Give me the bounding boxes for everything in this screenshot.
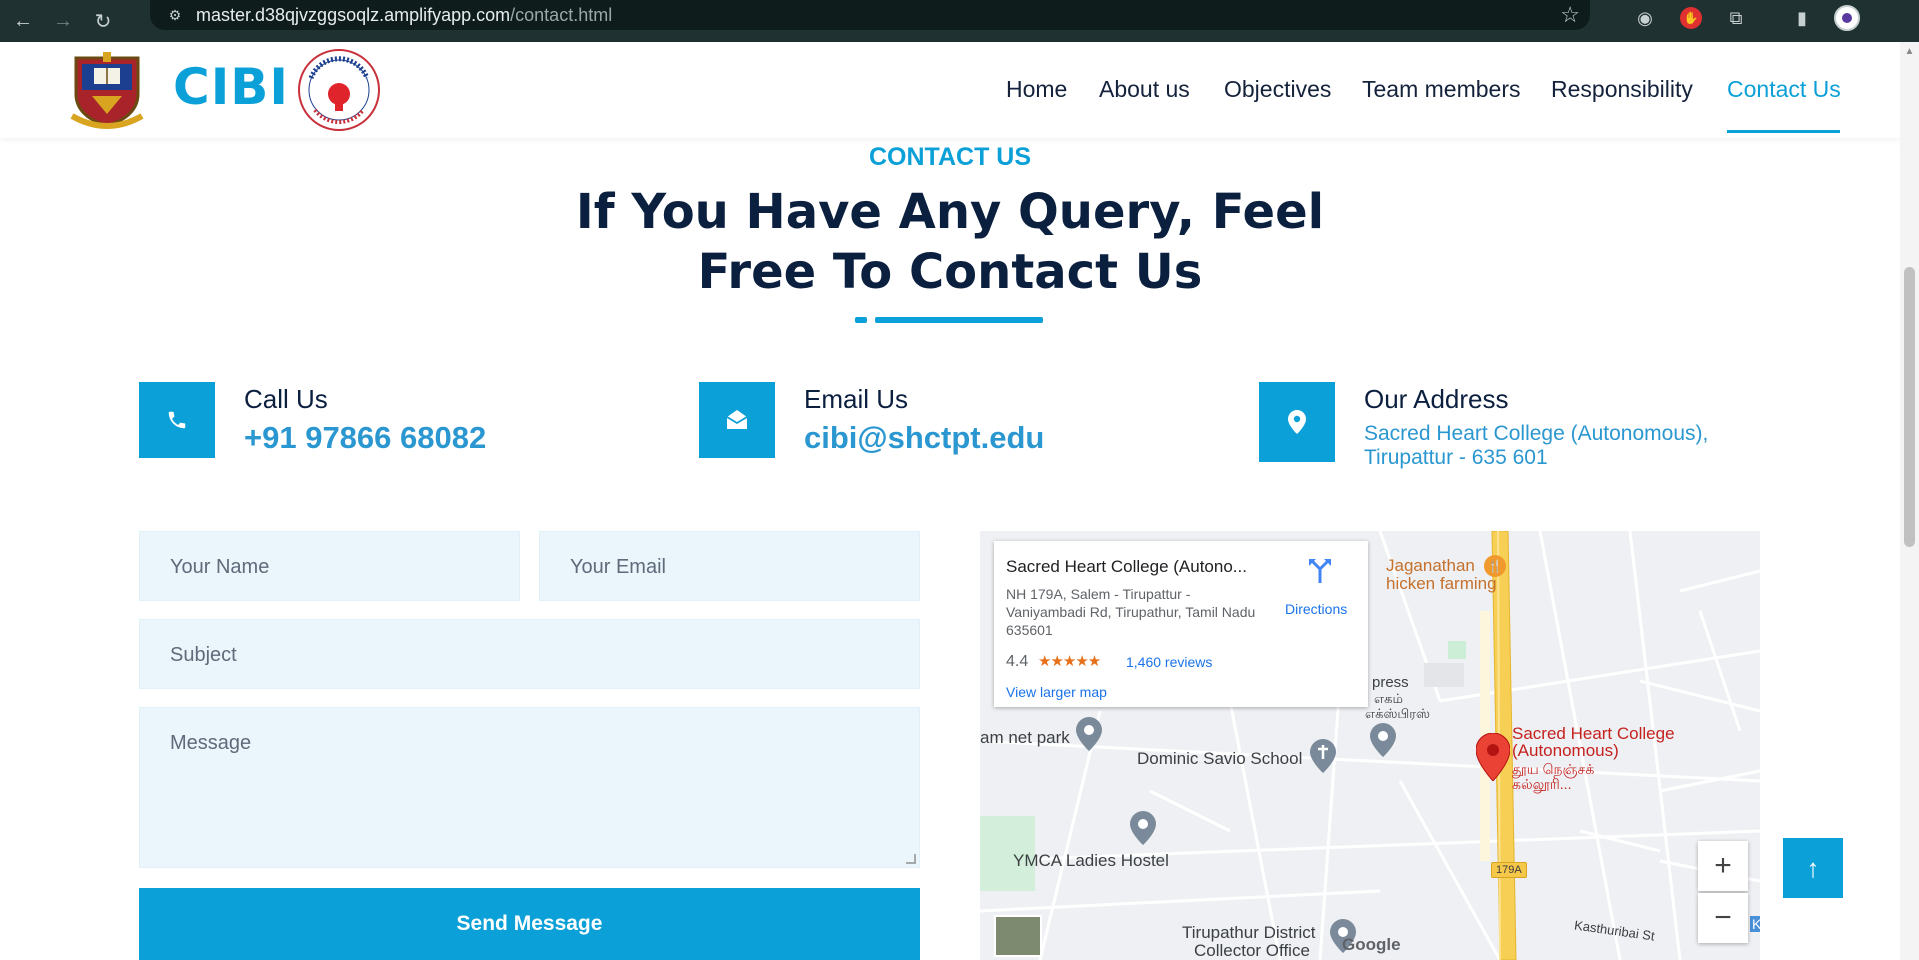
map-label-restaurant[interactable]: Jaganathan [1386,556,1475,576]
url-path: /contact.html [510,4,613,25]
map-label-school[interactable]: Dominic Savio School [1137,749,1302,769]
zoom-out-button[interactable]: − [1698,893,1748,943]
divider-bar [875,317,1043,323]
map-label-college-2: (Autonomous) [1512,741,1619,760]
place-info-card: Sacred Heart College (Autono... NH 179A,… [994,541,1368,707]
satellite-toggle-thumbnail[interactable] [994,915,1042,957]
subject-field[interactable]: Subject [139,619,920,689]
map-label-collector-2: Collector Office [1194,941,1310,960]
page-scrollbar[interactable]: ▲ [1900,42,1919,960]
site-header: CIBI Home About us Objectives Team membe… [0,42,1900,138]
back-to-top-button[interactable]: ↑ [1783,838,1843,898]
puzzle-extensions-icon[interactable]: ⧉ [1722,4,1750,32]
nav-contact-us[interactable]: Contact Us [1727,76,1841,103]
browser-toolbar: ← → ↻ ⚙ master.d38qjvzggsoqlz.amplifyapp… [0,0,1919,42]
directions-link[interactable]: Directions [1285,601,1347,617]
map-label-restaurant-2: hicken farming [1386,574,1497,593]
restaurant-pin-icon[interactable]: 🍴 [1484,555,1506,577]
name-field[interactable]: Your Name [139,531,520,601]
address-line-2: Tirupattur - 635 601 [1364,446,1548,469]
map-label-express-ta-2: எக்ஸ்பிரஸ் [1365,706,1430,721]
sic-council-logo[interactable] [297,48,381,132]
map-label-express: press [1372,674,1409,691]
selected-place-pin-icon[interactable] [1476,733,1510,781]
place-address: NH 179A, Salem - Tirupattur - Vaniyambad… [1006,586,1256,638]
message-placeholder: Message [170,732,252,754]
rating-stars-icon: ★★★★★ [1038,653,1101,670]
map-marker-icon [1259,382,1335,462]
park-pin-icon[interactable] [1076,717,1102,751]
nav-objectives[interactable]: Objectives [1224,76,1331,103]
place-rating: 4.4 [1006,653,1029,670]
email-address[interactable]: cibi@shctpt.edu [804,420,1044,456]
map-poi-pin-icon[interactable] [1370,723,1396,757]
map-label-college-ta-2: கல்லூரி... [1512,776,1572,792]
side-panel-icon[interactable]: ▮ [1788,4,1816,32]
nav-responsibility[interactable]: Responsibility [1551,76,1693,103]
phone-number[interactable]: +91 97866 68082 [244,420,486,456]
nav-team-members[interactable]: Team members [1362,76,1520,103]
college-crest-logo[interactable] [68,50,146,130]
map-label-edge: K [1750,916,1760,932]
scroll-up-arrow-icon[interactable]: ▲ [1900,46,1919,57]
address-line-1: Sacred Heart College (Autonomous), [1364,422,1709,445]
call-us-title: Call Us [244,384,328,414]
map-label-college-ta: தூய நெஞ்சக் [1512,761,1595,777]
nav-home[interactable]: Home [1006,76,1067,103]
school-pin-icon[interactable] [1310,739,1336,773]
email-us-title: Email Us [804,384,909,414]
reviews-link[interactable]: 1,460 reviews [1126,654,1212,670]
reload-icon[interactable]: ↻ [86,4,120,38]
url-text[interactable]: master.d38qjvzggsoqlz.amplifyapp.com/con… [196,5,612,26]
site-settings-icon[interactable]: ⚙ [160,7,190,24]
highway-badge: 179A [1491,862,1527,878]
email-field[interactable]: Your Email [539,531,920,601]
page-title: If You Have Any Query, Feel Free To Cont… [575,184,1325,300]
forward-arrow-icon[interactable]: → [46,4,80,38]
active-nav-underline [1727,130,1840,133]
scroll-thumb[interactable] [1904,267,1915,547]
phone-icon [139,382,215,458]
address-title: Our Address [1364,384,1509,414]
address-bar[interactable]: ⚙ master.d38qjvzggsoqlz.amplifyapp.com/c… [150,0,1590,30]
map-label-college[interactable]: Sacred Heart College [1512,725,1675,742]
envelope-open-icon [699,382,775,458]
place-name: Sacred Heart College (Autono... [1006,557,1247,576]
bookmark-star-icon[interactable]: ☆ [1560,2,1580,28]
profile-avatar-icon[interactable] [1834,5,1860,31]
google-logo: Google [1342,935,1401,954]
extension-stop-icon[interactable]: ✋ [1680,7,1702,29]
google-map-embed[interactable]: Sacred Heart College (Autono... NH 179A,… [980,531,1760,960]
zoom-in-button[interactable]: + [1698,841,1748,891]
map-label-hostel[interactable]: YMCA Ladies Hostel [1013,851,1169,871]
url-host: master.d38qjvzggsoqlz.amplifyapp.com [196,4,511,25]
back-arrow-icon[interactable]: ← [6,4,40,38]
section-kicker: CONTACT US [868,143,1032,171]
hostel-pin-icon[interactable] [1130,811,1156,845]
map-label-collector[interactable]: Tirupathur District [1182,923,1316,943]
resize-handle-icon[interactable] [906,854,916,864]
camera-icon[interactable]: ◉ [1631,4,1659,32]
map-label-park: am net park [980,728,1070,747]
divider-dot [855,317,867,323]
view-larger-map-link[interactable]: View larger map [1006,684,1107,700]
send-message-button[interactable]: Send Message [139,888,920,960]
directions-icon[interactable] [1307,557,1333,583]
message-textarea[interactable]: Message [139,707,920,868]
address-text: Sacred Heart College (Autonomous), Tirup… [1364,422,1708,470]
brand-name[interactable]: CIBI [173,58,289,116]
nav-about-us[interactable]: About us [1099,76,1190,103]
